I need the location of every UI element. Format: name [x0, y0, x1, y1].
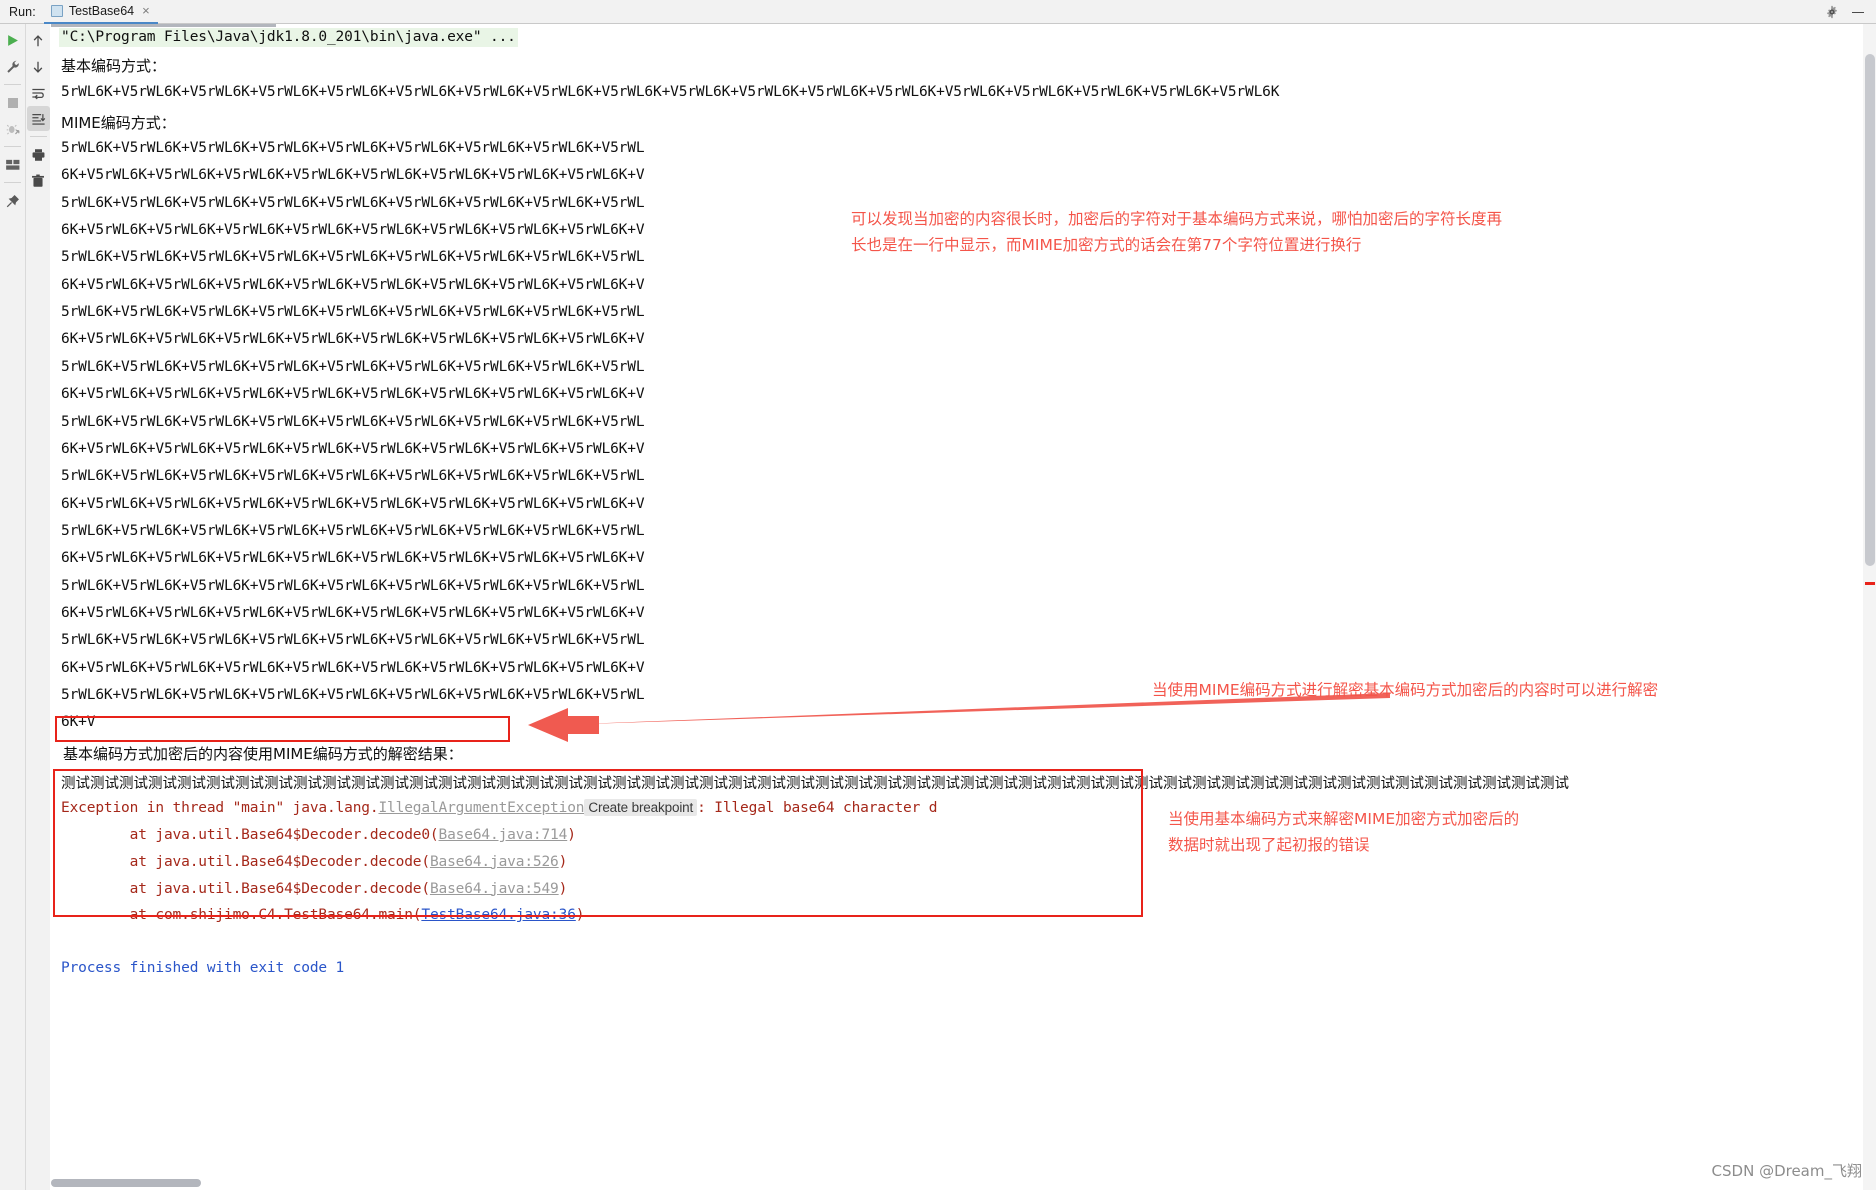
gear-icon[interactable]: [1825, 5, 1839, 19]
scroll-to-end-button[interactable]: [26, 106, 50, 131]
console-mime-line: 5rWL6K+V5rWL6K+V5rWL6K+V5rWL6K+V5rWL6K+V…: [61, 358, 645, 375]
console-mime-line: 5rWL6K+V5rWL6K+V5rWL6K+V5rWL6K+V5rWL6K+V…: [61, 577, 645, 594]
console-mime-line: 6K+V5rWL6K+V5rWL6K+V5rWL6K+V5rWL6K+V5rWL…: [61, 386, 645, 403]
rail-divider: [4, 146, 21, 147]
up-the-stack-trace-button[interactable]: [27, 28, 50, 53]
console-mime-line: 6K+V5rWL6K+V5rWL6K+V5rWL6K+V5rWL6K+V5rWL…: [61, 167, 645, 184]
tab-bar-actions: [1825, 5, 1876, 19]
console-basic-output: 5rWL6K+V5rWL6K+V5rWL6K+V5rWL6K+V5rWL6K+V…: [61, 84, 1280, 100]
clear-all-button[interactable]: [27, 168, 50, 193]
scrollbar-error-marker: [1865, 582, 1875, 585]
console-decrypt-label: 基本编码方式加密后的内容使用MIME编码方式的解密结果：: [63, 745, 463, 763]
console-actions-rail: [25, 24, 50, 1190]
console-mime-line: 6K+V5rWL6K+V5rWL6K+V5rWL6K+V5rWL6K+V5rWL…: [61, 495, 645, 512]
console-mime-line: 6K+V5rWL6K+V5rWL6K+V5rWL6K+V5rWL6K+V5rWL…: [61, 276, 645, 293]
console-mime-line: 5rWL6K+V5rWL6K+V5rWL6K+V5rWL6K+V5rWL6K+V…: [61, 194, 645, 211]
annotation-basic-decode-error: 当使用基本编码方式来解密MIME加密方式加密后的 数据时就出现了起初报的错误: [1168, 810, 1520, 854]
rail-divider: [29, 136, 47, 137]
console-mime-line: 5rWL6K+V5rWL6K+V5rWL6K+V5rWL6K+V5rWL6K+V…: [61, 304, 645, 321]
stop-button[interactable]: [1, 90, 24, 115]
console-mime-line: 5rWL6K+V5rWL6K+V5rWL6K+V5rWL6K+V5rWL6K+V…: [61, 522, 645, 539]
rail-divider: [4, 84, 21, 85]
console-mime-line: 5rWL6K+V5rWL6K+V5rWL6K+V5rWL6K+V5rWL6K+V…: [61, 632, 645, 649]
print-button[interactable]: [27, 142, 50, 167]
run-label: Run:: [9, 4, 36, 19]
console-mime-line: 6K+V5rWL6K+V5rWL6K+V5rWL6K+V5rWL6K+V5rWL…: [61, 331, 645, 348]
down-the-stack-trace-button[interactable]: [27, 54, 50, 79]
watermark: CSDN @Dream_飞翔: [1711, 1162, 1862, 1180]
pin-tab-button[interactable]: [1, 188, 24, 213]
annotation-mime-wrapping: 可以发现当加密的内容很长时，加密后的字符对于基本编码方式来说，哪怕加密后的字符长…: [851, 210, 1503, 254]
console-command-line: "C:\Program Files\Java\jdk1.8.0_201\bin\…: [59, 28, 518, 47]
console-mime-line: 5rWL6K+V5rWL6K+V5rWL6K+V5rWL6K+V5rWL6K+V…: [61, 140, 645, 156]
console-top-scrollbar[interactable]: [51, 24, 276, 27]
close-icon[interactable]: ×: [142, 4, 150, 17]
console-mime-line: 6K+V5rWL6K+V5rWL6K+V5rWL6K+V5rWL6K+V5rWL…: [61, 604, 645, 621]
console-mime-line: 6K+V5rWL6K+V5rWL6K+V5rWL6K+V5rWL6K+V5rWL…: [61, 550, 645, 567]
minimize-icon[interactable]: [1851, 5, 1865, 19]
run-config-icon: [50, 4, 63, 17]
tab-label: TestBase64: [68, 3, 135, 18]
run-actions-rail: [0, 24, 25, 1190]
console-mime-label: MIME编码方式：: [61, 114, 176, 132]
console-mime-line: 5rWL6K+V5rWL6K+V5rWL6K+V5rWL6K+V5rWL6K+V…: [61, 468, 645, 485]
console-mime-line: 5rWL6K+V5rWL6K+V5rWL6K+V5rWL6K+V5rWL6K+V…: [61, 249, 645, 266]
run-tool-window: Run: TestBase64 × "C:\Program Files\Java…: [0, 0, 1876, 1190]
edit-configurations-button[interactable]: [1, 54, 24, 79]
console-horizontal-scrollbar[interactable]: [51, 1179, 201, 1187]
annotation-mime-decode-ok: 当使用MIME编码方式进行解密基本编码方式加密后的内容时可以进行解密: [1152, 681, 1659, 699]
tab-testbase64[interactable]: TestBase64 ×: [43, 0, 158, 24]
restore-layout-button[interactable]: [1, 152, 24, 177]
console-output[interactable]: "C:\Program Files\Java\jdk1.8.0_201\bin\…: [51, 24, 1863, 1190]
rail-divider: [4, 182, 21, 183]
run-tab-bar: Run: TestBase64 ×: [0, 0, 1876, 24]
highlight-box-decrypt-label: [55, 716, 510, 742]
console-mime-line: 6K+V5rWL6K+V5rWL6K+V5rWL6K+V5rWL6K+V5rWL…: [61, 440, 645, 457]
highlight-box-exception: [53, 769, 1143, 917]
console-mime-line: 5rWL6K+V5rWL6K+V5rWL6K+V5rWL6K+V5rWL6K+V…: [61, 687, 645, 703]
soft-wrap-button[interactable]: [27, 80, 50, 105]
scrollbar-thumb[interactable]: [1865, 54, 1875, 566]
console-mime-line: 6K+V5rWL6K+V5rWL6K+V5rWL6K+V5rWL6K+V5rWL…: [61, 222, 645, 239]
process-finished-line: Process finished with exit code 1: [61, 960, 345, 976]
dump-threads-button[interactable]: [1, 116, 24, 141]
console-basic-label: 基本编码方式：: [61, 57, 167, 75]
console-vertical-scrollbar[interactable]: [1863, 24, 1876, 1190]
console-mime-line: 6K+V5rWL6K+V5rWL6K+V5rWL6K+V5rWL6K+V5rWL…: [61, 659, 645, 676]
console-mime-line: 5rWL6K+V5rWL6K+V5rWL6K+V5rWL6K+V5rWL6K+V…: [61, 413, 645, 430]
rerun-button[interactable]: [1, 28, 24, 53]
